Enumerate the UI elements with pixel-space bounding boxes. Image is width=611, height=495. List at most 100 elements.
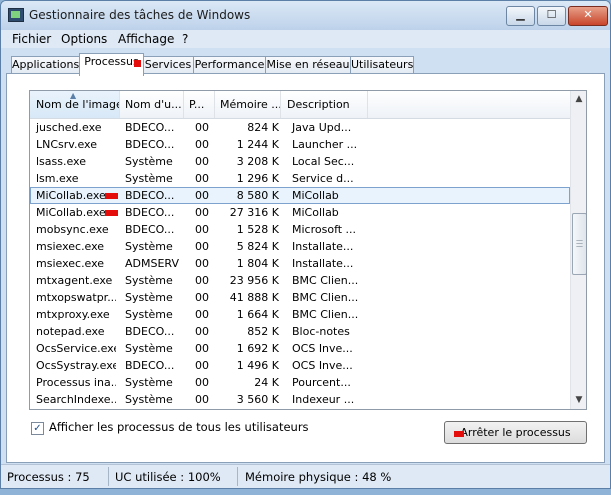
status-cpu-usage: UC utilisée : 100% [115,470,221,484]
process-description: Service d... [292,172,354,185]
process-memory: 41 888 K [229,291,279,304]
status-process-count: Processus : 75 [7,470,90,484]
process-memory: 1 296 K [236,172,279,185]
process-row[interactable]: mtxopswatpr... Système 00 41 888 K BMC Clien… [30,289,570,306]
process-memory: 824 K [247,121,279,134]
process-image-name: MiCollab.exe [36,206,106,219]
process-memory: 23 956 K [229,274,279,287]
process-cpu: 00 [195,155,209,168]
process-memory: 852 K [247,325,279,338]
process-row[interactable]: lsm.exe Système 00 1 296 K Service d... [30,170,570,187]
process-user-name: BDECO... [125,359,175,372]
column-user-name[interactable]: Nom d'u... [119,91,184,118]
show-all-label[interactable]: Afficher les processus de tous les utili… [49,420,309,434]
process-cpu: 00 [195,172,209,185]
column-image-name[interactable]: ▲ Nom de l'image [30,91,120,118]
column-cpu[interactable]: P... [183,91,215,118]
process-list[interactable]: ▲ Nom de l'image Nom d'u... P... Mémoire… [29,90,587,410]
end-process-button[interactable]: Arrêter le processus [444,421,587,444]
process-row[interactable]: mobsync.exe BDECO... 00 1 528 K Microsoft ..… [30,221,570,238]
process-image-name: lsm.exe [36,172,79,185]
maximize-button[interactable]: ☐ [537,6,566,26]
process-cpu: 00 [195,325,209,338]
process-user-name: BDECO... [125,121,175,134]
process-description: Pourcent... [292,376,351,389]
process-row[interactable]: LNCsrv.exe BDECO... 00 1 244 K Launcher ... [30,136,570,153]
status-separator [237,467,238,486]
close-icon: ✕ [583,8,593,21]
process-image-name: msiexec.exe [36,240,105,253]
scroll-thumb[interactable]: — — — [572,213,586,275]
process-image-name: SearchIndexe... [36,393,116,406]
process-row[interactable]: MiCollab.exe BDECO... 00 8 580 K MiCollab [30,187,570,204]
process-row[interactable]: OcsService.exe Système 00 1 692 K OCS Inve..… [30,340,570,357]
process-cpu: 00 [195,121,209,134]
process-cpu: 00 [195,359,209,372]
title-bar[interactable]: Gestionnaire des tâches de Windows ▁ ☐ ✕ [1,1,610,30]
process-image-name: MiCollab.exe [36,189,106,202]
process-memory: 1 804 K [236,257,279,270]
process-memory: 1 692 K [236,342,279,355]
processes-panel: ▲ Nom de l'image Nom d'u... P... Mémoire… [6,73,605,463]
redaction-mark [454,431,464,437]
process-description: BMC Clien... [292,308,359,321]
end-process-label: Arrêter le processus [460,426,571,439]
process-description: Bloc-notes [292,325,350,338]
show-all-checkbox[interactable]: ✓ [31,422,44,435]
process-memory: 5 824 K [236,240,279,253]
process-image-name: jusched.exe [36,121,102,134]
maximize-icon: ☐ [546,8,557,21]
process-cpu: 00 [195,274,209,287]
process-user-name: ADMSERV [125,257,179,270]
process-image-name: Processus ina... [36,376,116,389]
menu-options[interactable]: Options [61,32,107,46]
process-row[interactable]: msiexec.exe Système 00 5 824 K Installate... [30,238,570,255]
menu-help[interactable]: ? [182,32,188,46]
close-button[interactable]: ✕ [568,6,608,26]
process-row[interactable]: mtxagent.exe Système 00 23 956 K BMC Clien..… [30,272,570,289]
status-physical-memory: Mémoire physique : 48 % [245,470,392,484]
column-memory[interactable]: Mémoire ... [214,91,281,118]
process-cpu: 00 [195,240,209,253]
menu-fichier[interactable]: Fichier [12,32,51,46]
process-description: OCS Inve... [292,359,353,372]
process-cpu: 00 [195,257,209,270]
scroll-down-icon[interactable]: ▼ [571,392,586,409]
redaction-mark [105,210,118,216]
vertical-scrollbar[interactable]: ▲ — — — ▼ [570,91,586,409]
process-image-name: LNCsrv.exe [36,138,97,151]
minimize-button[interactable]: ▁ [506,6,535,26]
column-description[interactable]: Description [281,91,368,118]
process-description: OCS Inve... [292,342,353,355]
process-row[interactable]: mtxproxy.exe Système 00 1 664 K BMC Clien... [30,306,570,323]
process-description: Java Upd... [292,121,352,134]
process-user-name: Système [125,308,173,321]
process-image-name: mtxproxy.exe [36,308,110,321]
process-cpu: 00 [195,376,209,389]
process-row[interactable]: msiexec.exe ADMSERV 00 1 804 K Installate... [30,255,570,272]
scroll-up-icon[interactable]: ▲ [571,91,586,108]
process-user-name: BDECO... [125,223,175,236]
process-user-name: BDECO... [125,325,175,338]
process-user-name: BDECO... [125,189,175,202]
process-image-name: mobsync.exe [36,223,109,236]
window-title: Gestionnaire des tâches de Windows [29,8,251,22]
process-cpu: 00 [195,206,209,219]
process-description: MiCollab [292,206,339,219]
process-image-name: OcsSystray.exe [36,359,116,372]
menu-affichage[interactable]: Affichage [118,32,174,46]
process-user-name: Système [125,274,173,287]
process-memory: 3 208 K [236,155,279,168]
redaction-mark [134,60,141,67]
process-image-name: OcsService.exe [36,342,116,355]
sort-ascending-icon: ▲ [70,91,77,100]
process-memory: 24 K [254,376,279,389]
process-row[interactable]: MiCollab.exe BDECO... 00 27 316 K MiCollab [30,204,570,221]
process-row[interactable]: OcsSystray.exe BDECO... 00 1 496 K OCS Inve.… [30,357,570,374]
process-row[interactable]: jusched.exe BDECO... 00 824 K Java Upd... [30,119,570,136]
process-row[interactable]: lsass.exe Système 00 3 208 K Local Sec... [30,153,570,170]
process-user-name: BDECO... [125,206,175,219]
process-row[interactable]: notepad.exe BDECO... 00 852 K Bloc-notes [30,323,570,340]
process-row[interactable]: SearchIndexe... Système 00 3 560 K Indexeur … [30,391,570,408]
process-row[interactable]: Processus ina... Système 00 24 K Pourcent... [30,374,570,391]
